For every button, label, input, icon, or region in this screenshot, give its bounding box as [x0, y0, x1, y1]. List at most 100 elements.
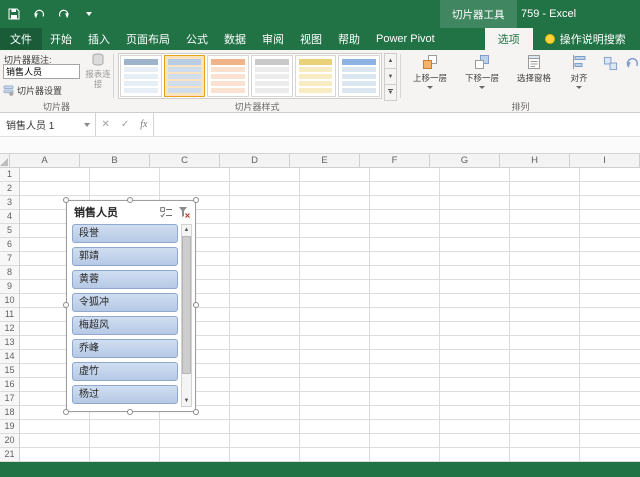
- sheet: 123456789101112131415161718192021 销售人员 段…: [0, 168, 640, 462]
- scroll-thumb[interactable]: [182, 236, 191, 374]
- row-header[interactable]: 7: [0, 252, 19, 266]
- rotate-button[interactable]: [622, 56, 640, 82]
- row-header[interactable]: 2: [0, 182, 19, 196]
- insert-function-icon[interactable]: fx: [140, 119, 147, 130]
- redo-icon[interactable]: [56, 6, 72, 22]
- selection-handle[interactable]: [63, 409, 69, 415]
- group-slicer-styles: ▲ ▼ ▼ 切片器样式: [114, 50, 400, 113]
- send-backward-button[interactable]: 下移一层: [457, 53, 507, 99]
- group-slicer: 切片器题注: 切片器设置 报表连接 切片器: [0, 50, 113, 113]
- selection-handle[interactable]: [63, 197, 69, 203]
- align-icon: [571, 53, 587, 71]
- row-header[interactable]: 13: [0, 336, 19, 350]
- selection-handle[interactable]: [127, 409, 133, 415]
- selection-handle[interactable]: [193, 302, 199, 308]
- scroll-down-icon[interactable]: ▼: [184, 396, 190, 406]
- row-header[interactable]: 19: [0, 420, 19, 434]
- column-header[interactable]: G: [430, 154, 500, 167]
- scroll-up-icon[interactable]: ▲: [184, 225, 190, 235]
- column-header[interactable]: E: [290, 154, 360, 167]
- gallery-more-icon[interactable]: ▼: [384, 85, 397, 101]
- slicer-style-thumbnail[interactable]: [338, 55, 380, 97]
- slicer-item[interactable]: 段誉: [72, 224, 178, 243]
- selection-handle[interactable]: [193, 197, 199, 203]
- selection-pane-button[interactable]: 选择窗格: [509, 53, 559, 99]
- multi-select-icon[interactable]: [159, 205, 174, 220]
- column-header[interactable]: A: [10, 154, 80, 167]
- row-header[interactable]: 4: [0, 210, 19, 224]
- column-header[interactable]: I: [570, 154, 640, 167]
- ribbon-tab[interactable]: 插入: [80, 28, 118, 50]
- selection-handle[interactable]: [63, 302, 69, 308]
- select-all-corner[interactable]: [0, 154, 10, 167]
- cancel-icon[interactable]: ✕: [102, 119, 110, 130]
- row-header[interactable]: 11: [0, 308, 19, 322]
- align-button[interactable]: 对齐: [561, 53, 597, 99]
- tell-me-search[interactable]: 操作说明搜索: [545, 28, 626, 50]
- name-box[interactable]: 销售人员 1: [0, 113, 96, 136]
- row-header[interactable]: 16: [0, 378, 19, 392]
- slicer-style-thumbnail[interactable]: [120, 55, 162, 97]
- save-icon[interactable]: [6, 6, 22, 22]
- bring-forward-icon: [422, 53, 438, 71]
- gallery-scroll-down-icon[interactable]: ▼: [384, 69, 397, 85]
- undo-icon[interactable]: [31, 6, 47, 22]
- bring-forward-button[interactable]: 上移一层: [405, 53, 455, 99]
- row-header[interactable]: 15: [0, 364, 19, 378]
- group-objects-button[interactable]: [600, 56, 620, 82]
- qat-customize-icon[interactable]: [81, 6, 97, 22]
- slicer-item[interactable]: 梅超风: [72, 316, 178, 335]
- row-header[interactable]: 9: [0, 280, 19, 294]
- ribbon-tab[interactable]: 页面布局: [118, 28, 178, 50]
- row-header[interactable]: 1: [0, 168, 19, 182]
- name-box-caret-icon[interactable]: [84, 123, 90, 127]
- tab-file[interactable]: 文件: [0, 28, 42, 50]
- row-header[interactable]: 20: [0, 434, 19, 448]
- ribbon-tab[interactable]: 审阅: [254, 28, 292, 50]
- row-header[interactable]: 17: [0, 392, 19, 406]
- row-header[interactable]: 5: [0, 224, 19, 238]
- slicer-item[interactable]: 郭靖: [72, 247, 178, 266]
- slicer-item[interactable]: 杨过: [72, 385, 178, 404]
- report-connections-button[interactable]: 报表连接: [85, 53, 111, 89]
- slicer-style-thumbnail[interactable]: [251, 55, 293, 97]
- column-header[interactable]: C: [150, 154, 220, 167]
- tab-options-contextual[interactable]: 选项: [485, 28, 533, 50]
- slicer-item[interactable]: 黄蓉: [72, 270, 178, 289]
- ribbon-tab[interactable]: 帮助: [330, 28, 368, 50]
- column-header[interactable]: H: [500, 154, 570, 167]
- ribbon-tab[interactable]: 视图: [292, 28, 330, 50]
- slicer-scrollbar[interactable]: ▲ ▼: [181, 224, 192, 407]
- row-header[interactable]: 10: [0, 294, 19, 308]
- row-header[interactable]: 18: [0, 406, 19, 420]
- gallery-scroll-up-icon[interactable]: ▲: [384, 53, 397, 69]
- slicer-style-thumbnail[interactable]: [295, 55, 337, 97]
- row-header[interactable]: 14: [0, 350, 19, 364]
- ribbon-tab[interactable]: 公式: [178, 28, 216, 50]
- ribbon-tab[interactable]: 数据: [216, 28, 254, 50]
- selection-handle[interactable]: [193, 409, 199, 415]
- row-header[interactable]: 6: [0, 238, 19, 252]
- column-header[interactable]: D: [220, 154, 290, 167]
- slicer-settings-button[interactable]: 切片器设置: [3, 83, 62, 98]
- enter-icon[interactable]: ✓: [121, 119, 129, 130]
- selection-handle[interactable]: [127, 197, 133, 203]
- slicer-caption-input[interactable]: [3, 64, 80, 79]
- slicer-item[interactable]: 乔峰: [72, 339, 178, 358]
- column-header[interactable]: F: [360, 154, 430, 167]
- slicer-style-thumbnail[interactable]: [207, 55, 249, 97]
- row-header[interactable]: 8: [0, 266, 19, 280]
- row-header[interactable]: 21: [0, 448, 19, 462]
- row-header[interactable]: 12: [0, 322, 19, 336]
- slicer-item[interactable]: 令狐冲: [72, 293, 178, 312]
- column-header[interactable]: B: [80, 154, 150, 167]
- slicer-style-thumbnail[interactable]: [164, 55, 206, 97]
- ribbon-tab[interactable]: 开始: [42, 28, 80, 50]
- slicer-item[interactable]: 虚竹: [72, 362, 178, 381]
- contextual-tab-group-label: 切片器工具: [440, 0, 517, 28]
- ribbon-tab[interactable]: Power Pivot: [368, 28, 443, 50]
- slicer[interactable]: 销售人员 段誉郭靖黄蓉令狐冲梅超风乔峰虚竹杨过 ▲ ▼: [66, 200, 196, 412]
- formula-input[interactable]: [154, 113, 640, 136]
- clear-filter-icon[interactable]: [176, 205, 191, 220]
- row-header[interactable]: 3: [0, 196, 19, 210]
